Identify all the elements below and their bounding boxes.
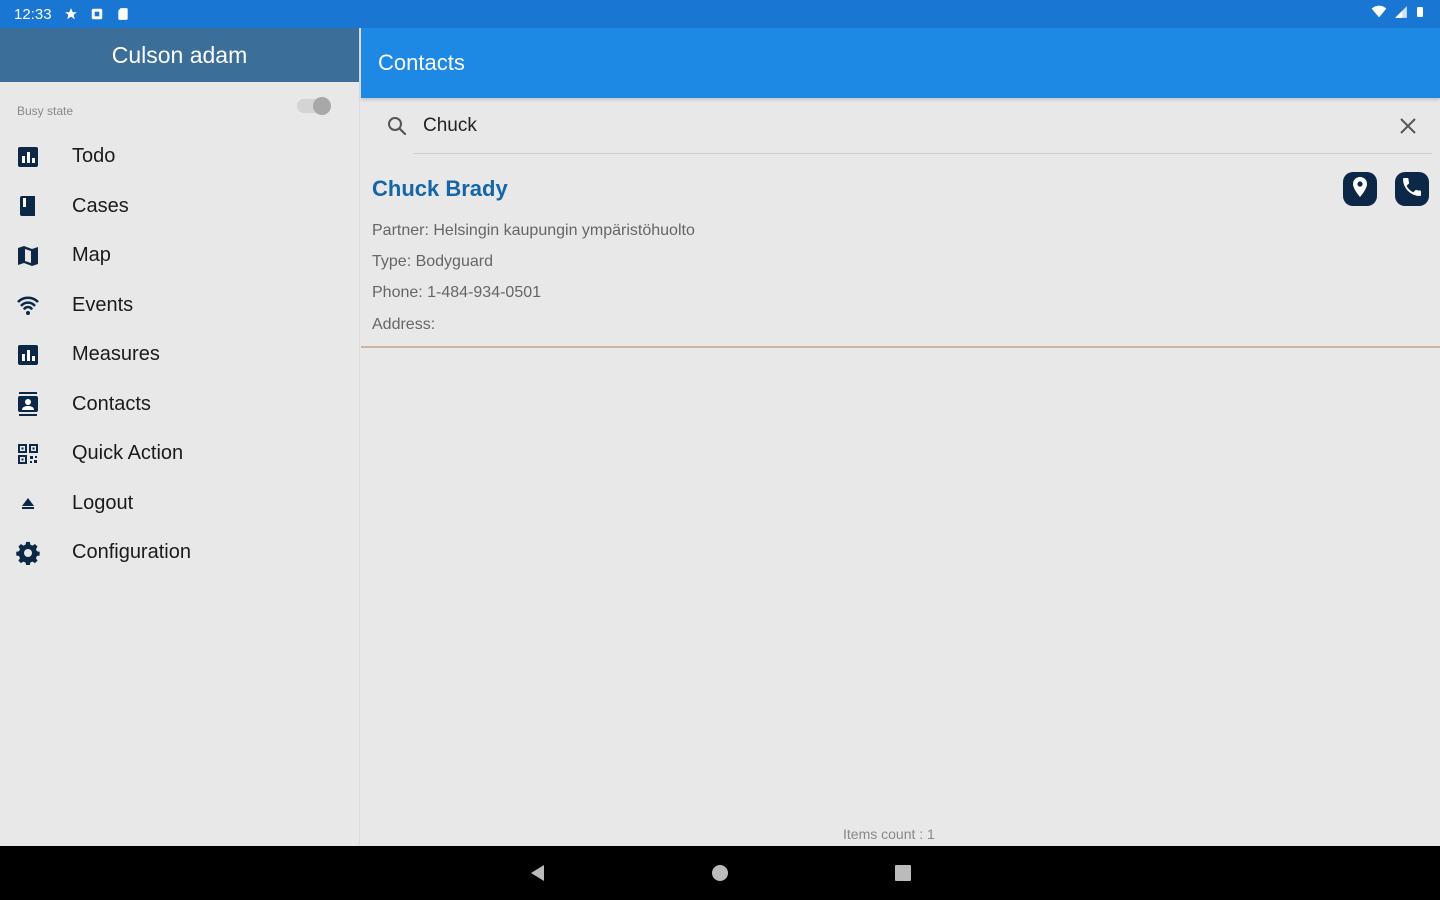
recents-icon[interactable] — [891, 861, 915, 885]
app-bar: Contacts — [361, 28, 1440, 98]
contact-partner: Partner: Helsingin kaupungin ympäristöhu… — [372, 222, 695, 239]
search-icon — [385, 114, 409, 138]
sidebar-item-label: Quick Action — [72, 442, 184, 465]
wifi-signal-icon — [1370, 4, 1388, 24]
gear-icon — [16, 541, 40, 566]
sidebar-item-label: Measures — [72, 343, 160, 366]
home-icon[interactable] — [708, 861, 732, 885]
contact-type: Type: Bodyguard — [372, 253, 493, 270]
toggle-knob — [313, 97, 331, 115]
sidebar-item-map[interactable]: Map — [0, 231, 359, 281]
call-button[interactable] — [1395, 172, 1429, 206]
search-underline — [414, 153, 1432, 154]
items-count: Items count : 1 — [843, 826, 935, 842]
system-nav-bar — [0, 846, 1440, 900]
busy-state-label: Busy state — [17, 104, 74, 118]
sidebar-item-label: Map — [72, 244, 111, 267]
sidebar-item-label: Logout — [72, 491, 134, 514]
location-pin-icon — [1348, 175, 1372, 204]
sidebar-item-contacts[interactable]: Contacts — [0, 380, 359, 430]
sidebar-item-configuration[interactable]: Configuration — [0, 528, 359, 578]
contact-card[interactable]: Chuck Brady Partner: Helsingin kaupungin… — [361, 158, 1440, 348]
measures-icon — [16, 343, 40, 367]
location-button[interactable] — [1343, 172, 1377, 206]
navigation-drawer: Culson adam Busy state Todo Cases Map Ev… — [0, 28, 360, 846]
sidebar-item-quick-action[interactable]: Quick Action — [0, 429, 359, 479]
sd-card-icon — [116, 7, 130, 21]
book-icon — [16, 194, 40, 218]
battery-icon — [1414, 3, 1426, 25]
wifi-icon — [16, 293, 40, 317]
sidebar-item-label: Todo — [72, 145, 116, 168]
status-time: 12:33 — [14, 5, 52, 23]
star-icon — [64, 7, 78, 21]
phone-icon — [1400, 175, 1424, 204]
sidebar-item-measures[interactable]: Measures — [0, 330, 359, 380]
sidebar-item-todo[interactable]: Todo — [0, 132, 359, 182]
contact-name: Chuck Brady — [372, 176, 508, 201]
notification-icon — [90, 7, 104, 21]
contact-phone: Phone: 1-484-934-0501 — [372, 284, 542, 301]
sidebar-item-label: Configuration — [72, 541, 191, 564]
busy-state-toggle[interactable] — [297, 97, 331, 115]
sidebar-item-logout[interactable]: Logout — [0, 479, 359, 529]
sidebar-item-label: Cases — [72, 194, 129, 217]
sidebar-item-events[interactable]: Events — [0, 281, 359, 331]
search-bar — [361, 98, 1440, 154]
cell-signal-icon — [1394, 5, 1408, 23]
sidebar-item-cases[interactable]: Cases — [0, 182, 359, 232]
status-bar: 12:33 — [0, 0, 1440, 28]
eject-icon — [16, 491, 40, 515]
todo-icon — [16, 145, 40, 169]
sidebar-item-label: Contacts — [72, 392, 151, 415]
qr-code-icon — [16, 442, 40, 466]
sidebar-item-label: Events — [72, 293, 134, 316]
contacts-icon — [16, 392, 40, 417]
drawer-user-name: Culson adam — [0, 28, 359, 82]
contact-address: Address: — [372, 316, 436, 333]
search-input[interactable] — [423, 110, 1383, 142]
map-icon — [16, 244, 40, 268]
close-icon[interactable] — [1396, 114, 1420, 138]
back-icon[interactable] — [526, 861, 550, 885]
busy-state-row: Busy state — [0, 82, 359, 132]
page-title: Contacts — [378, 50, 465, 75]
